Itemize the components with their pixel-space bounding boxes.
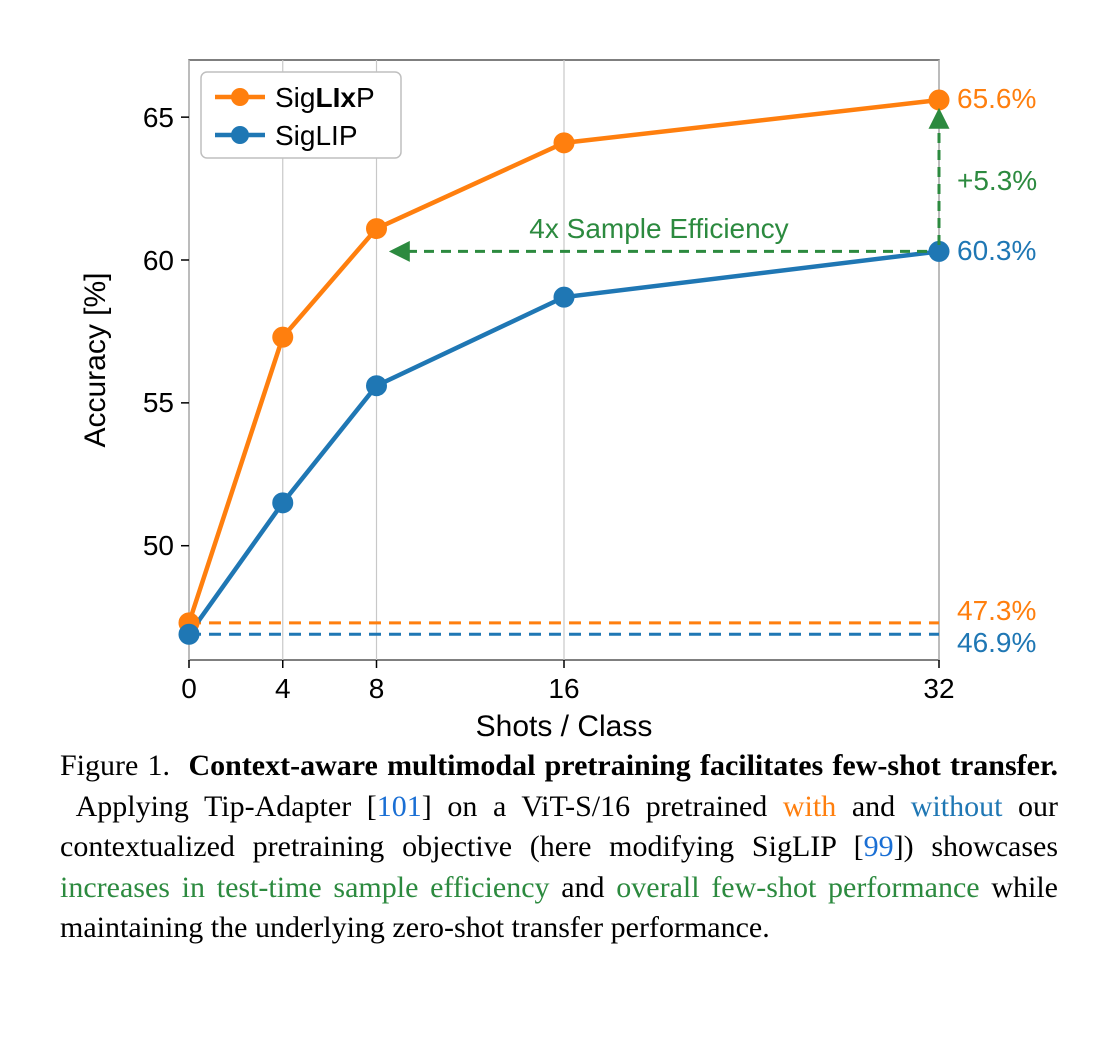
legend-item-0a: Sig: [275, 82, 315, 113]
caption-text-1: Applying Tip-Adapter [: [76, 790, 377, 823]
baseline-orange-label: 47.3%: [957, 595, 1036, 626]
x-tick-3: 16: [548, 673, 579, 704]
y-axis-label: Accuracy [%]: [79, 272, 112, 447]
legend: SigLIxP SigLIP: [201, 72, 401, 158]
caption-with: with: [783, 790, 836, 823]
caption-and2: and: [550, 871, 617, 904]
figure-label: Figure 1.: [60, 749, 170, 782]
y-tick-0: 50: [143, 530, 174, 561]
citation-101[interactable]: 101: [377, 790, 422, 823]
legend-item-1: SigLIP: [275, 120, 358, 151]
caption-title: Context-aware multimodal pretraining fac…: [188, 749, 1058, 782]
legend-item-0b: LIx: [315, 82, 356, 113]
chart-svg: 0 4 8 16 32 Shots / Class 50 55 60 65 Ac…: [59, 20, 1059, 740]
caption-green-2: overall few-shot performance: [616, 871, 979, 904]
y-tick-1: 55: [143, 387, 174, 418]
gain-label: +5.3%: [957, 165, 1037, 196]
x-tick-0: 0: [181, 673, 197, 704]
caption-text-4: ]) showcases: [894, 830, 1058, 863]
citation-99[interactable]: 99: [864, 830, 894, 863]
legend-item-0c: P: [356, 82, 375, 113]
chart-area: 0 4 8 16 32 Shots / Class 50 55 60 65 Ac…: [59, 20, 1059, 740]
x-tick-4: 32: [923, 673, 954, 704]
x-ticks: 0 4 8 16 32: [181, 660, 954, 704]
y-tick-2: 60: [143, 245, 174, 276]
sample-eff-label: 4x Sample Efficiency: [529, 213, 788, 244]
caption-without: without: [911, 790, 1003, 823]
x-axis-label: Shots / Class: [476, 710, 653, 740]
y-tick-3: 65: [143, 102, 174, 133]
caption-green-1: increases in test-time sample efficiency: [60, 871, 550, 904]
svg-text:SigLIxP: SigLIxP: [275, 82, 375, 113]
caption-text-2: ] on a ViT-S/16 pretrained: [422, 790, 783, 823]
x-tick-1: 4: [275, 673, 291, 704]
caption-and: and: [836, 790, 911, 823]
y-ticks: 50 55 60 65: [143, 102, 189, 561]
endpoint-orange: 65.6%: [957, 83, 1036, 114]
x-tick-2: 8: [369, 673, 385, 704]
baseline-blue-label: 46.9%: [957, 627, 1036, 658]
figure-caption: Figure 1. Context-aware multimodal pretr…: [60, 746, 1058, 949]
endpoint-blue: 60.3%: [957, 235, 1036, 266]
